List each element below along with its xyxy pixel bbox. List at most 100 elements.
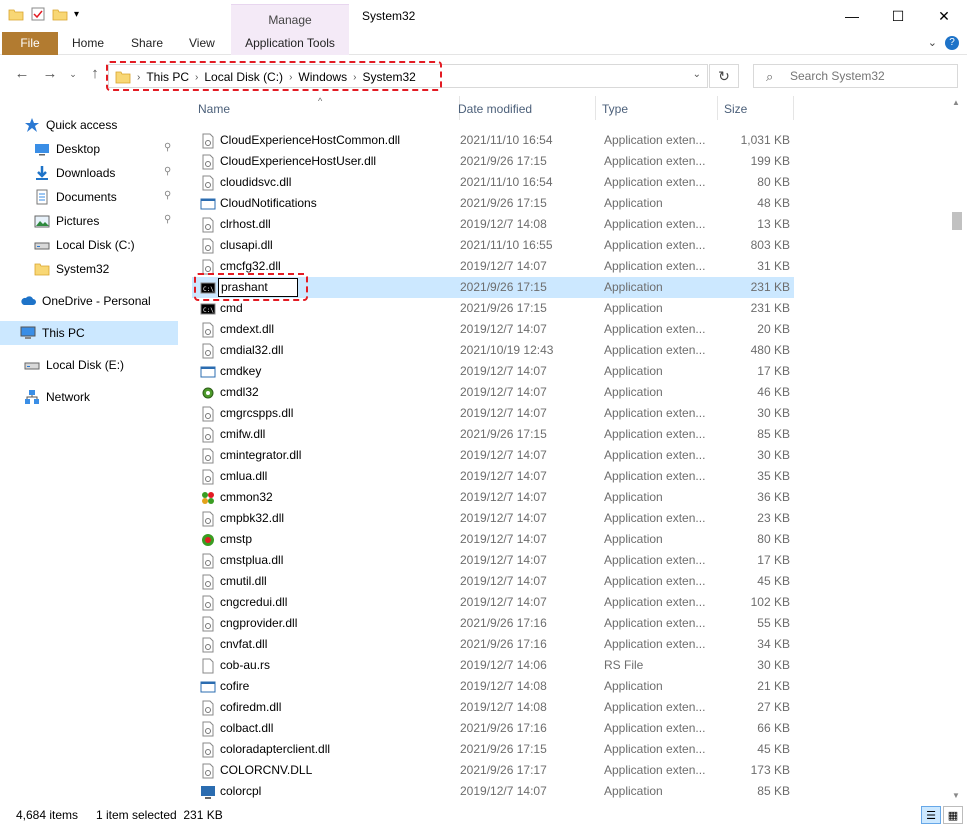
table-row[interactable]: cofire 2019/12/7 14:08 Application 21 KB (192, 676, 794, 697)
sidebar-item-documents[interactable]: Documents ⚲ (0, 185, 178, 209)
file-size: 1,031 KB (740, 133, 790, 147)
new-folder-icon[interactable] (52, 6, 68, 22)
table-row[interactable]: cofiredm.dll 2019/12/7 14:08 Application e… (192, 697, 794, 718)
file-size: 480 KB (750, 343, 790, 357)
table-row[interactable]: CloudNotifications 2021/9/26 17:15 Applica… (192, 193, 794, 214)
sidebar-item-downloads[interactable]: Downloads ⚲ (0, 161, 178, 185)
table-row[interactable]: cmstp 2019/12/7 14:07 Application 80 KB (192, 529, 794, 550)
table-row[interactable]: cob-au.rs 2019/12/7 14:06 RS File 30 KB (192, 655, 794, 676)
column-size[interactable]: Size (718, 96, 794, 120)
column-type[interactable]: Type (596, 96, 718, 120)
table-row[interactable]: cmmon32 2019/12/7 14:07 Application 36 KB (192, 487, 794, 508)
expand-ribbon-icon[interactable]: ⌄ (928, 36, 937, 50)
dll-file-icon (200, 154, 216, 170)
sidebar-item-local-disk-c[interactable]: Local Disk (C:) (0, 233, 178, 257)
sidebar-item-quick-access[interactable]: Quick access (0, 113, 178, 137)
tab-file[interactable]: File (2, 32, 58, 55)
file-size: 17 KB (757, 553, 790, 567)
sidebar-item-this-pc[interactable]: This PC (0, 321, 178, 345)
sidebar-item-pictures[interactable]: Pictures ⚲ (0, 209, 178, 233)
column-name[interactable]: Name (192, 96, 460, 120)
pin-icon[interactable]: ⚲ (164, 166, 172, 178)
recent-locations-icon[interactable]: ⌄ (63, 69, 83, 80)
table-row[interactable]: cmlua.dll 2019/12/7 14:07 Application exte… (192, 466, 794, 487)
table-row[interactable]: colbact.dll 2021/9/26 17:16 Application ex… (192, 718, 794, 739)
up-arrow-icon[interactable]: ↑ (85, 65, 105, 82)
chevron-down-icon[interactable]: ⌄ (693, 69, 701, 80)
close-button[interactable]: ✕ (921, 0, 967, 32)
column-headers: Name Date modified Type Size (184, 96, 794, 120)
file-size: 31 KB (757, 259, 790, 273)
table-row[interactable]: cmifw.dll 2021/9/26 17:15 Application exte… (192, 424, 794, 445)
file-size: 231 KB (750, 280, 790, 294)
table-row[interactable]: coloradapterclient.dll 2021/9/26 17:15 App… (192, 739, 794, 760)
pin-icon[interactable]: ⚲ (164, 190, 172, 202)
file-type: Application exten... (604, 721, 706, 735)
table-row[interactable]: cmintegrator.dll 2019/12/7 14:07 Applicati… (192, 445, 794, 466)
table-row[interactable]: clrhost.dll 2019/12/7 14:08 Application ex… (192, 214, 794, 235)
sidebar-item-desktop[interactable]: Desktop ⚲ (0, 137, 178, 161)
table-row[interactable]: cnvfat.dll 2021/9/26 17:16 Application ext… (192, 634, 794, 655)
tab-share[interactable]: Share (131, 32, 163, 55)
sidebar-item-system32[interactable]: System32 (0, 257, 178, 281)
gear-file-icon (200, 385, 216, 401)
tab-view[interactable]: View (189, 32, 215, 55)
folder-icon[interactable] (8, 6, 24, 22)
minimize-button[interactable]: — (829, 0, 875, 32)
file-type: Application (604, 490, 663, 504)
table-row[interactable]: CloudExperienceHostCommon.dll 2021/11/10 … (192, 130, 794, 151)
forward-arrow-icon[interactable]: → (40, 65, 60, 82)
dll-file-icon (200, 238, 216, 254)
vertical-scrollbar[interactable]: ▲ ▼ (948, 96, 967, 802)
tab-home[interactable]: Home (72, 32, 104, 55)
app-file-icon (200, 679, 216, 695)
scrollbar-thumb[interactable] (952, 212, 962, 230)
table-row[interactable]: colorcpl 2019/12/7 14:07 Application 85 KB (192, 781, 794, 802)
table-row[interactable]: cmdext.dll 2019/12/7 14:07 Application ext… (192, 319, 794, 340)
sidebar-item-label: Downloads (56, 166, 116, 180)
maximize-button[interactable]: ☐ (875, 0, 921, 32)
file-name: clusapi.dll (220, 238, 273, 252)
rename-input[interactable]: prashant (218, 278, 298, 297)
details-view-icon[interactable]: ☰ (921, 806, 941, 824)
table-row[interactable]: cmdial32.dll 2021/10/19 12:43 Application … (192, 340, 794, 361)
back-arrow-icon[interactable]: ← (12, 65, 32, 82)
pin-icon[interactable]: ⚲ (164, 142, 172, 154)
table-row[interactable]: cmgrcspps.dll 2019/12/7 14:07 Application … (192, 403, 794, 424)
sidebar-item-network[interactable]: Network (0, 385, 178, 409)
table-row[interactable]: C:\ prashant 2021/9/26 17:15 Application 231… (192, 277, 794, 298)
column-date-modified[interactable]: Date modified (452, 96, 596, 120)
scroll-down-icon[interactable]: ▼ (952, 791, 960, 800)
quick-access-toolbar: ▾ (8, 6, 79, 22)
table-row[interactable]: CloudExperienceHostUser.dll 2021/9/26 17:… (192, 151, 794, 172)
table-row[interactable]: cmcfg32.dll 2019/12/7 14:07 Application ex… (192, 256, 794, 277)
table-row[interactable]: cmutil.dll 2019/12/7 14:07 Application ext… (192, 571, 794, 592)
file-list: CloudExperienceHostCommon.dll 2021/11/10 … (184, 120, 794, 802)
table-row[interactable]: cngprovider.dll 2021/9/26 17:16 Applicatio… (192, 613, 794, 634)
file-type: Application exten... (604, 175, 706, 189)
refresh-button[interactable]: ↻ (709, 64, 739, 88)
table-row[interactable]: cmdl32 2019/12/7 14:07 Application 46 KB (192, 382, 794, 403)
customize-qat-icon[interactable]: ▾ (74, 9, 79, 20)
properties-icon[interactable] (30, 6, 46, 22)
table-row[interactable]: clusapi.dll 2021/11/10 16:55 Application e… (192, 235, 794, 256)
sidebar-item-local-disk-e[interactable]: Local Disk (E:) (0, 353, 178, 377)
table-row[interactable]: cmpbk32.dll 2019/12/7 14:07 Application ex… (192, 508, 794, 529)
search-input[interactable] (790, 68, 950, 84)
table-row[interactable]: cngcredui.dll 2019/12/7 14:07 Application … (192, 592, 794, 613)
table-row[interactable]: C:\ cmd 2021/9/26 17:15 Application 231 KB (192, 298, 794, 319)
title-bar: ▾ Manage System32 — ☐ ✕ (0, 0, 967, 32)
table-row[interactable]: cmstplua.dll 2019/12/7 14:07 Application e… (192, 550, 794, 571)
search-box[interactable]: ⌕ (753, 64, 958, 88)
table-row[interactable]: COLORCNV.DLL 2021/9/26 17:17 Application e… (192, 760, 794, 781)
file-type: Application (604, 385, 663, 399)
pin-icon[interactable]: ⚲ (164, 214, 172, 226)
large-icons-view-icon[interactable]: ▦ (943, 806, 963, 824)
table-row[interactable]: cmdkey 2019/12/7 14:07 Application 17 KB (192, 361, 794, 382)
scroll-up-icon[interactable]: ▲ (952, 98, 960, 107)
file-size: 36 KB (757, 490, 790, 504)
table-row[interactable]: cloudidsvc.dll 2021/11/10 16:54 Applicatio… (192, 172, 794, 193)
help-icon[interactable]: ? (945, 36, 959, 50)
tab-application-tools[interactable]: Application Tools (231, 32, 349, 55)
sidebar-item-onedrive-personal[interactable]: OneDrive - Personal (0, 289, 178, 313)
